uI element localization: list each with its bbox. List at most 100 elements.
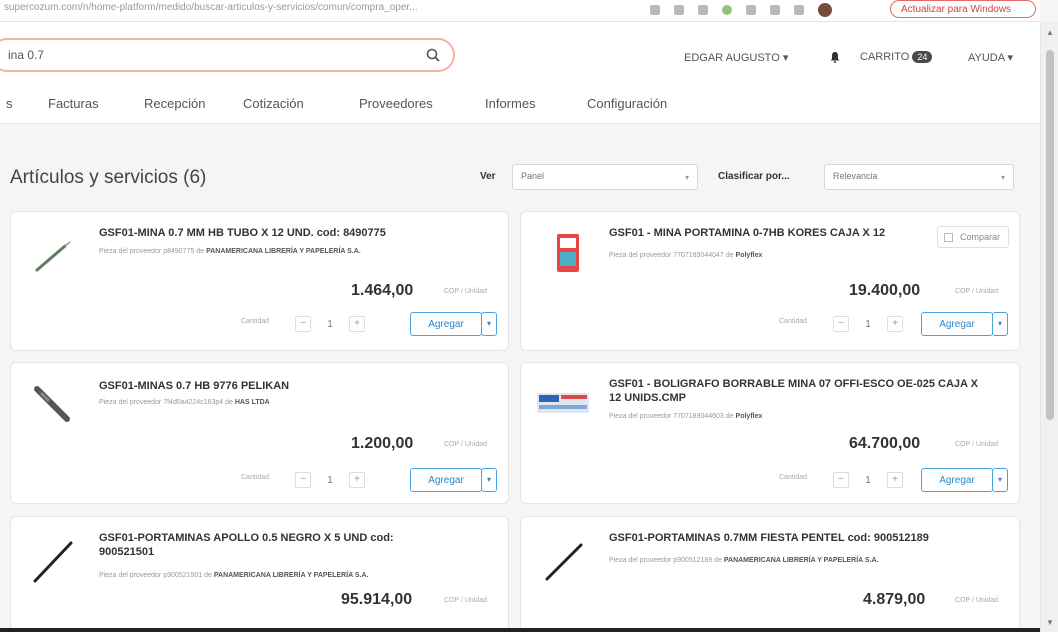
supplier-info: Pieza del proveedor p900512189 de PANAME… (609, 557, 879, 564)
product-card: GSF01-PORTAMINAS APOLLO 0.5 NEGRO X 5 UN… (10, 516, 509, 632)
view-label: Ver (480, 171, 496, 182)
quantity-label: Cantidad (241, 318, 270, 325)
sort-label: Clasificar por... (718, 171, 790, 182)
compare-checkbox[interactable]: Comparar (936, 226, 1009, 248)
supplier-name[interactable]: PANAMERICANA LIBRERÍA Y PAPELERÍA S.A. (206, 248, 361, 255)
tab-informes[interactable]: Informes (485, 96, 536, 111)
decrease-button[interactable]: − (295, 316, 311, 332)
view-select-value: Panel (521, 171, 545, 181)
product-image[interactable] (543, 228, 593, 278)
view-select[interactable]: Panel ▾ (512, 164, 698, 190)
compare-label: Comparar (959, 232, 1000, 242)
product-name[interactable]: GSF01-MINAS 0.7 HB 9776 PELIKAN (99, 379, 499, 393)
price-unit: COP / Unidad (444, 597, 488, 604)
increase-button[interactable]: + (887, 316, 903, 332)
scroll-down-icon[interactable]: ▼ (1046, 618, 1054, 627)
product-image[interactable] (27, 379, 77, 429)
profile-avatar[interactable] (818, 3, 832, 17)
product-image[interactable] (27, 228, 77, 278)
sort-select-value: Relevancia (833, 171, 878, 181)
quantity-stepper[interactable]: − 1 + (295, 313, 365, 335)
increase-button[interactable]: + (349, 472, 365, 488)
product-price: 1.464,00 (351, 282, 414, 299)
translate-icon[interactable] (650, 5, 660, 15)
product-name[interactable]: GSF01-MINA 0.7 MM HB TUBO X 12 UND. cod:… (99, 226, 499, 240)
quantity-label: Cantidad (779, 474, 808, 481)
user-menu[interactable]: EDGAR AUGUSTO ▾ (684, 51, 788, 64)
star-icon[interactable] (698, 5, 708, 15)
search-icon[interactable] (426, 48, 440, 62)
tab-proveedores[interactable]: Proveedores (359, 96, 433, 111)
add-to-cart-button[interactable]: Agregar (921, 468, 993, 492)
quantity-stepper[interactable]: − 1 + (295, 469, 365, 491)
scrollbar[interactable]: ▲ ▼ (1040, 22, 1058, 632)
product-name[interactable]: GSF01-PORTAMINAS 0.7MM FIESTA PENTEL cod… (609, 531, 999, 545)
results-title: Artículos y servicios (6) (10, 167, 207, 188)
supplier-name[interactable]: PANAMERICANA LIBRERÍA Y PAPELERÍA S.A. (214, 572, 369, 579)
chevron-down-icon: ▾ (684, 173, 689, 182)
tab-facturas[interactable]: Facturas (48, 96, 99, 111)
quantity-value[interactable]: 1 (865, 319, 871, 330)
cart-link[interactable]: CARRITO 24 (860, 51, 933, 63)
sort-select[interactable]: Relevancia ▾ (824, 164, 1014, 190)
tab-cotizacion[interactable]: Cotización (243, 96, 304, 111)
supplier-info: Pieza del proveedor 7707189044603 de Pol… (609, 413, 763, 420)
product-name[interactable]: GSF01 - BOLIGRAFO BORRABLE MINA 07 OFFI-… (609, 377, 989, 405)
supplier-name[interactable]: Polyflex (736, 413, 763, 420)
add-to-cart-button[interactable]: Agregar (921, 312, 993, 336)
product-card: GSF01-MINA 0.7 MM HB TUBO X 12 UND. cod:… (10, 211, 509, 351)
quantity-stepper[interactable]: − 1 + (833, 313, 903, 335)
quantity-label: Cantidad (241, 474, 270, 481)
quantity-value[interactable]: 1 (327, 319, 333, 330)
product-image[interactable] (537, 537, 587, 587)
product-card: GSF01-PORTAMINAS 0.7MM FIESTA PENTEL cod… (520, 516, 1020, 632)
product-price: 19.400,00 (849, 282, 921, 299)
chevron-down-icon: ▾ (1000, 173, 1005, 182)
tab-configuracion[interactable]: Configuración (587, 96, 667, 111)
zoom-icon[interactable] (674, 5, 684, 15)
scrollbar-thumb[interactable] (1046, 50, 1054, 420)
quantity-value[interactable]: 1 (865, 475, 871, 486)
sidebar-icon[interactable] (794, 5, 804, 15)
search-input[interactable] (8, 48, 408, 62)
decrease-button[interactable]: − (833, 316, 849, 332)
quantity-value[interactable]: 1 (327, 475, 333, 486)
price-unit: COP / Unidad (955, 597, 999, 604)
supplier-name[interactable]: Polyflex (736, 252, 763, 259)
extension-icon[interactable] (722, 5, 732, 15)
search-bar[interactable] (0, 38, 455, 72)
pin-icon[interactable] (746, 5, 756, 15)
add-to-cart-button[interactable]: Agregar (410, 468, 482, 492)
checkbox-icon[interactable] (943, 233, 953, 242)
increase-button[interactable]: + (349, 316, 365, 332)
add-to-cart-button[interactable]: Agregar (410, 312, 482, 336)
supplier-name[interactable]: PANAMERICANA LIBRERÍA Y PAPELERÍA S.A. (724, 557, 879, 564)
decrease-button[interactable]: − (295, 472, 311, 488)
bell-icon[interactable] (829, 51, 841, 63)
increase-button[interactable]: + (887, 472, 903, 488)
cart-count-badge: 24 (912, 51, 933, 63)
supplier-name[interactable]: HAS LTDA (235, 399, 270, 406)
chevron-down-icon[interactable]: ▾ (481, 312, 497, 336)
tab-partial[interactable]: s (6, 96, 13, 111)
help-menu[interactable]: AYUDA ▾ (968, 51, 1013, 64)
product-name[interactable]: GSF01-PORTAMINAS APOLLO 0.5 NEGRO X 5 UN… (99, 531, 439, 559)
product-image[interactable] (535, 379, 591, 429)
download-icon[interactable] (770, 5, 780, 15)
chevron-down-icon[interactable]: ▾ (992, 312, 1008, 336)
chevron-down-icon[interactable]: ▾ (481, 468, 497, 492)
quantity-stepper[interactable]: − 1 + (833, 469, 903, 491)
decrease-button[interactable]: − (833, 472, 849, 488)
price-unit: COP / Unidad (444, 441, 488, 448)
chevron-down-icon[interactable]: ▾ (992, 468, 1008, 492)
quantity-label: Cantidad (779, 318, 808, 325)
browser-url[interactable]: supercozum.com/n/home-platform/medido/bu… (4, 2, 418, 13)
bottom-edge (0, 628, 1040, 632)
product-price: 95.914,00 (341, 591, 413, 608)
browser-update-button[interactable]: Actualizar para Windows (890, 0, 1036, 18)
product-name[interactable]: GSF01 - MINA PORTAMINA 0-7HB KORES CAJA … (609, 226, 919, 240)
product-price: 1.200,00 (351, 435, 414, 452)
scroll-up-icon[interactable]: ▲ (1046, 28, 1054, 37)
tab-recepcion[interactable]: Recepción (144, 96, 205, 111)
product-image[interactable] (27, 537, 77, 587)
